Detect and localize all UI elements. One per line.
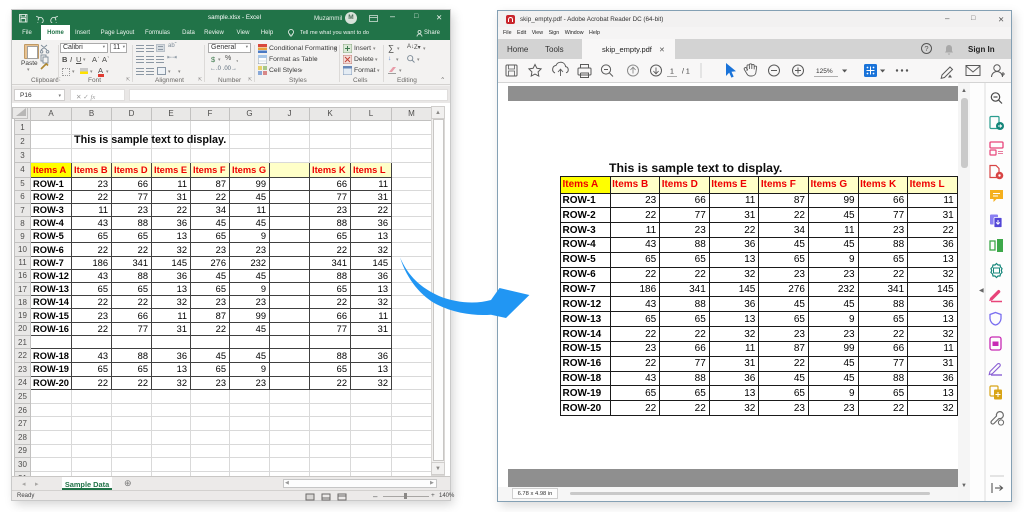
svg-text:/ 1: / 1 — [682, 69, 690, 76]
svg-text:1: 1 — [670, 69, 674, 76]
svg-text:125%: 125% — [816, 68, 833, 75]
